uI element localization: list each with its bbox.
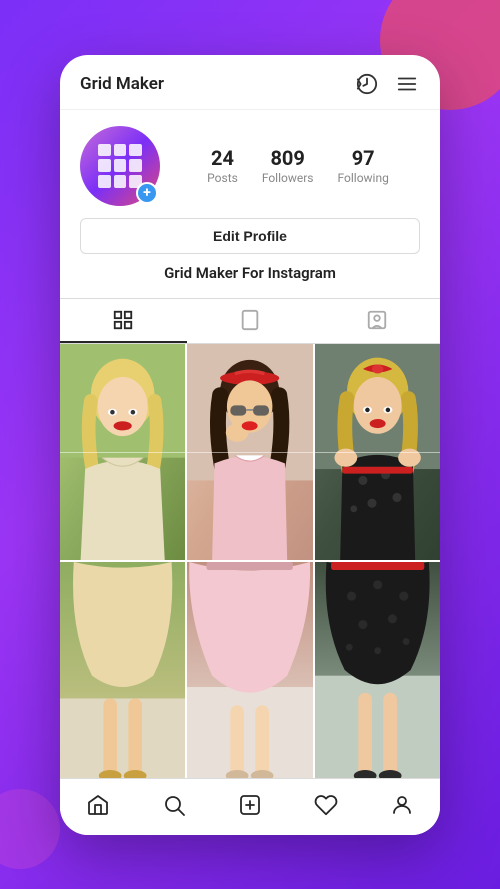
photo-cell-2[interactable] bbox=[187, 344, 312, 560]
menu-button[interactable] bbox=[394, 71, 420, 97]
edit-profile-button[interactable]: Edit Profile bbox=[80, 218, 420, 254]
search-icon bbox=[162, 793, 186, 817]
home-icon bbox=[86, 793, 110, 817]
profile-nav-button[interactable] bbox=[386, 789, 418, 821]
profile-username: Grid Maker For Instagram bbox=[80, 258, 420, 290]
photo-grid bbox=[60, 344, 440, 778]
tag-tab-icon bbox=[366, 309, 388, 331]
app-header: Grid Maker bbox=[60, 55, 440, 110]
photo-cell-6[interactable] bbox=[315, 562, 440, 778]
phone-card: Grid Maker bbox=[60, 55, 440, 835]
add-post-nav-button[interactable] bbox=[234, 789, 266, 821]
photo-cell-1[interactable] bbox=[60, 344, 185, 560]
stat-following: 97 Following bbox=[338, 147, 389, 185]
tab-tag[interactable] bbox=[313, 299, 440, 343]
following-label: Following bbox=[338, 171, 389, 185]
menu-icon bbox=[396, 73, 418, 95]
tab-grid[interactable] bbox=[60, 299, 187, 343]
followers-label: Followers bbox=[262, 171, 314, 185]
history-icon bbox=[356, 73, 378, 95]
app-title: Grid Maker bbox=[80, 74, 164, 94]
avatar-container: + bbox=[80, 126, 160, 206]
grid-tab-icon bbox=[112, 309, 134, 331]
photo-cell-5[interactable] bbox=[187, 562, 312, 778]
followers-count: 809 bbox=[270, 147, 304, 169]
search-nav-button[interactable] bbox=[158, 789, 190, 821]
header-actions bbox=[354, 71, 420, 97]
heart-icon bbox=[314, 793, 338, 817]
photo-cell-3[interactable] bbox=[315, 344, 440, 560]
history-button[interactable] bbox=[354, 71, 380, 97]
stats-row: 24 Posts 809 Followers 97 Following bbox=[176, 147, 420, 185]
heart-nav-button[interactable] bbox=[310, 789, 342, 821]
stat-followers: 809 Followers bbox=[262, 147, 314, 185]
avatar-grid-icon bbox=[98, 144, 142, 188]
following-count: 97 bbox=[352, 147, 375, 169]
add-avatar-button[interactable]: + bbox=[136, 182, 158, 204]
profile-top: + 24 Posts 809 Followers 97 Following bbox=[80, 126, 420, 206]
stat-posts: 24 Posts bbox=[207, 147, 238, 185]
tab-portrait[interactable] bbox=[187, 299, 314, 343]
home-nav-button[interactable] bbox=[82, 789, 114, 821]
photo-cell-4[interactable] bbox=[60, 562, 185, 778]
decorative-blob-bottom bbox=[0, 789, 60, 869]
posts-label: Posts bbox=[207, 171, 238, 185]
posts-count: 24 bbox=[211, 147, 234, 169]
content-tabs bbox=[60, 298, 440, 344]
profile-icon bbox=[390, 793, 414, 817]
portrait-tab-icon bbox=[239, 309, 261, 331]
add-post-icon bbox=[238, 793, 262, 817]
bottom-navigation bbox=[60, 778, 440, 835]
profile-section: + 24 Posts 809 Followers 97 Following Ed… bbox=[60, 110, 440, 298]
